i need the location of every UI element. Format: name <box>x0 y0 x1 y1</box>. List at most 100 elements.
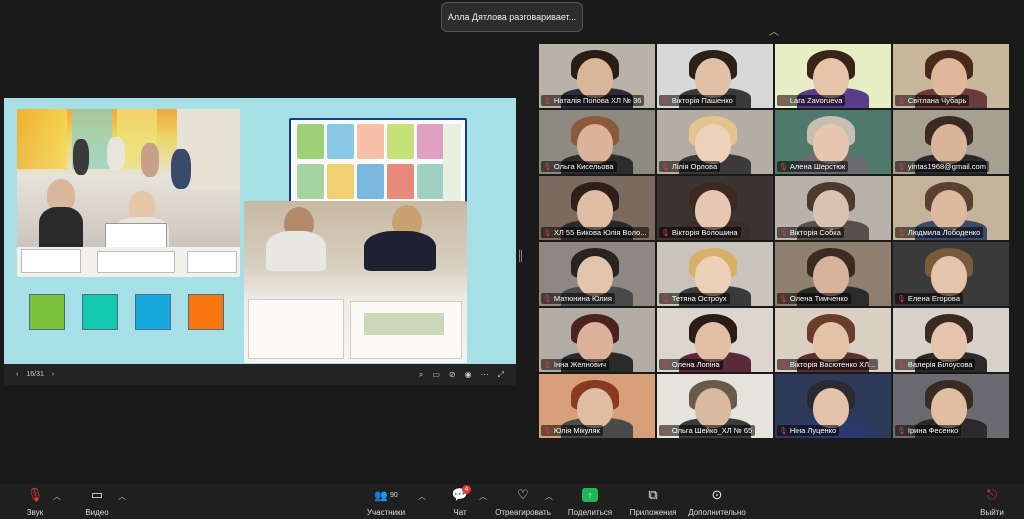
page-indicator: 16/31 <box>26 371 44 378</box>
participant-tile[interactable]: 🎙 Ніна Луценко <box>775 374 891 438</box>
participant-tile[interactable]: 🎙 Ольга Кисельова <box>539 110 655 174</box>
react-label: Отреагировать <box>495 508 551 517</box>
more-button[interactable]: ⊙ Дополнительно <box>686 487 748 517</box>
captions-icon[interactable]: ▭ <box>432 370 440 380</box>
heart-icon: ♡ <box>517 487 529 502</box>
participant-name: Світлана Чубарь <box>907 96 967 105</box>
microphone-muted-icon: 🎙 <box>543 163 552 171</box>
participant-face <box>931 256 967 296</box>
more-label: Дополнительно <box>688 508 746 517</box>
participant-tile[interactable]: 🎙 Вікторія Васютенко ХЛ... <box>775 308 891 372</box>
participant-tile[interactable]: 🎙 Вікторія Волошина <box>657 176 773 240</box>
participant-name-bar: 🎙 ХЛ 55 Бикова Юлія Воло... <box>541 227 650 238</box>
participant-tile[interactable]: 🎙 Ірина Фесенко <box>893 374 1009 438</box>
participant-tile[interactable]: 🎙 Вікторія Собка <box>775 176 891 240</box>
participant-tile[interactable]: 🎙 Валерія Білоусова <box>893 308 1009 372</box>
color-squares-row <box>29 294 241 334</box>
presentation-controls: ‹ 16/31 › ⌕ ▭ ⊘ ◉ ⋯ ⤢ <box>4 364 516 385</box>
audio-button[interactable]: 🎙 Звук <box>22 487 48 517</box>
apps-label: Приложения <box>629 508 677 517</box>
leave-button[interactable]: ⎋ Выйти <box>979 487 1005 517</box>
participant-name-bar: 🎙 Інна Желнович <box>541 359 610 370</box>
microphone-muted-icon: 🎙 <box>779 361 788 369</box>
participant-face <box>813 388 849 428</box>
participant-face <box>577 322 613 362</box>
classroom-photo <box>17 109 240 277</box>
chat-label: Чат <box>453 508 467 517</box>
next-slide-icon[interactable]: › <box>52 371 54 378</box>
fullscreen-icon[interactable]: ⤢ <box>498 370 504 380</box>
participant-name: Вікторія Пашенко <box>671 96 733 105</box>
participant-face <box>577 190 613 230</box>
chat-unread-badge: 4 <box>461 485 471 494</box>
participant-name: Олена Тимченко <box>789 294 848 303</box>
audio-options-chevron-icon[interactable]: ︿ <box>53 491 61 502</box>
participant-tile[interactable]: 🎙 Олена Лопіна <box>657 308 773 372</box>
participant-face <box>577 124 613 164</box>
active-speaker-indicator: Алла Дятлова разговаривает... <box>441 2 583 32</box>
participant-name: Елена Егорова <box>907 294 960 303</box>
participant-name: Людмила Лободенко <box>907 228 981 237</box>
more-options-icon[interactable]: ⋯ <box>481 370 489 380</box>
participant-tile[interactable]: 🎙 Інна Желнович <box>539 308 655 372</box>
panel-splitter-handle[interactable]: ║ <box>517 251 524 267</box>
microphone-muted-icon: 🎙 <box>779 229 788 237</box>
participant-name-bar: 🎙 Наталія Попова ХЛ № 36 <box>541 95 645 106</box>
active-speaker-text: Алла Дятлова разговаривает... <box>447 12 577 22</box>
participant-face <box>695 58 731 98</box>
participant-name-bar: 🎙 Лілія Орлова <box>659 161 721 172</box>
participant-tile[interactable]: 🎙 Наталія Попова ХЛ № 36 <box>539 44 655 108</box>
participant-name-bar: 🎙 Алена Шерстюк <box>777 161 849 172</box>
participant-tile[interactable]: 🎙 Олена Тимченко <box>775 242 891 306</box>
participant-face <box>577 256 613 296</box>
participant-tile[interactable]: 🎙 Вікторія Пашенко <box>657 44 773 108</box>
video-button[interactable]: ▭ Видео <box>83 487 111 517</box>
participants-options-chevron-icon[interactable]: ︿ <box>418 491 426 502</box>
react-options-chevron-icon[interactable]: ︿ <box>545 491 553 502</box>
participant-name: Матюнина Юлия <box>553 294 612 303</box>
participants-button[interactable]: 👥 90 Участники <box>364 487 408 518</box>
chat-options-chevron-icon[interactable]: ︿ <box>479 491 487 502</box>
microphone-muted-icon: 🎙 <box>779 295 788 303</box>
participant-face <box>695 256 731 296</box>
participant-tile[interactable]: 🎙 Лілія Орлова <box>657 110 773 174</box>
participant-tile[interactable]: 🎙 Алена Шерстюк <box>775 110 891 174</box>
chat-button[interactable]: 💬 4 Чат <box>450 485 471 517</box>
audio-label: Звук <box>26 508 44 517</box>
participant-name-bar: 🎙 Ольга Кисельова <box>541 161 617 172</box>
participant-tile[interactable]: 🎙 Lara Zavorueva <box>775 44 891 108</box>
participant-face <box>577 58 613 98</box>
broadcast-icon[interactable]: ◉ <box>465 370 472 380</box>
participant-tile[interactable]: 🎙 Світлана Чубарь <box>893 44 1009 108</box>
video-options-chevron-icon[interactable]: ︿ <box>118 491 126 502</box>
chevron-up-icon[interactable]: ︿ <box>768 28 780 38</box>
participant-name: Lara Zavorueva <box>789 96 843 105</box>
previous-slide-icon[interactable]: ‹ <box>16 371 18 378</box>
participant-face <box>577 388 613 428</box>
participant-tile[interactable]: 🎙 Людмила Лободенко <box>893 176 1009 240</box>
shared-screen[interactable]: ‹ 16/31 › ⌕ ▭ ⊘ ◉ ⋯ ⤢ <box>4 98 516 385</box>
participant-tile[interactable]: 🎙 Ольга Шейко_ХЛ № 65 <box>657 374 773 438</box>
apps-button[interactable]: ⧉ Приложения <box>627 487 679 517</box>
participant-face <box>695 388 731 428</box>
annotate-icon[interactable]: ⊘ <box>449 370 456 380</box>
microphone-muted-icon: 🎙 <box>543 427 552 435</box>
orange-square <box>188 294 224 330</box>
participant-name: Тетяна Остроух <box>671 294 727 303</box>
participants-label: Участники <box>366 508 406 517</box>
participant-name-bar: 🎙 Вікторія Волошина <box>659 227 741 238</box>
participant-tile[interactable]: 🎙 ХЛ 55 Бикова Юлія Воло... <box>539 176 655 240</box>
participant-tile[interactable]: 🎙 Матюнина Юлия <box>539 242 655 306</box>
participant-tile[interactable]: 🎙 Юлія Мікуляк <box>539 374 655 438</box>
participants-count: 90 <box>389 491 398 499</box>
react-button[interactable]: ♡ Отреагировать <box>494 487 552 517</box>
share-screen-button[interactable]: ↑ Поделиться <box>566 487 614 517</box>
microphone-muted-icon: 🎙 <box>897 295 906 303</box>
participant-tile[interactable]: 🎙 Елена Егорова <box>893 242 1009 306</box>
participant-tile[interactable]: 🎙 yintas1968@gmail.com <box>893 110 1009 174</box>
participant-name-bar: 🎙 Lara Zavorueva <box>777 95 846 106</box>
participant-name: ХЛ 55 Бикова Юлія Воло... <box>553 228 647 237</box>
participant-tile[interactable]: 🎙 Тетяна Остроух <box>657 242 773 306</box>
presentation-slide <box>4 98 516 364</box>
zoom-icon[interactable]: ⌕ <box>419 370 423 380</box>
